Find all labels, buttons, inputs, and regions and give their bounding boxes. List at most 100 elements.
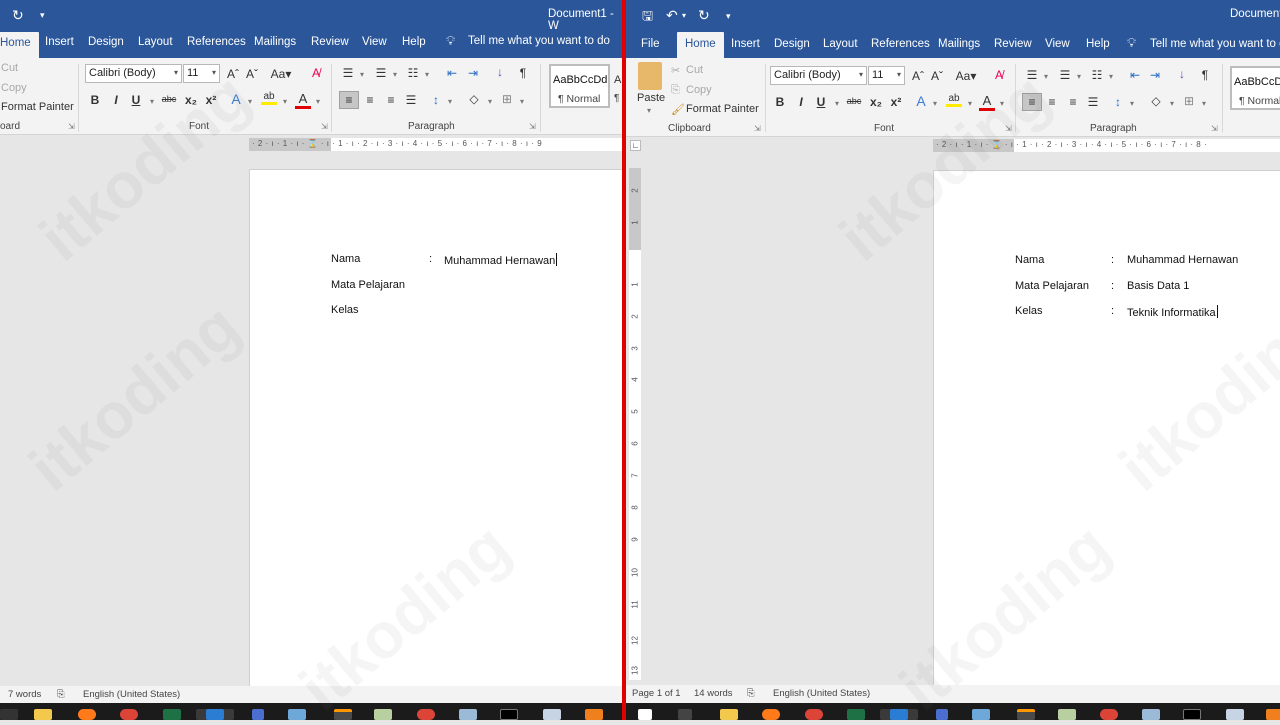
style-no-spacing[interactable]: A: [614, 74, 621, 86]
cut-button[interactable]: Cut: [686, 64, 703, 76]
app-icon[interactable]: [459, 709, 477, 720]
virtualbox-icon[interactable]: [972, 709, 990, 720]
grow-font-icon[interactable]: Aˆ: [225, 67, 241, 81]
task-view-icon[interactable]: [0, 709, 18, 720]
field-value[interactable]: Basis Data 1: [1127, 280, 1189, 292]
line-spacing-icon[interactable]: ↕: [428, 93, 444, 107]
text-effects-icon[interactable]: A: [228, 91, 244, 107]
tab-layout[interactable]: Layout: [823, 38, 858, 50]
format-painter-button[interactable]: Format Painter: [1, 101, 74, 113]
font-launcher-icon[interactable]: ⇲: [1005, 124, 1012, 133]
subscript-icon[interactable]: x₂: [868, 95, 884, 109]
line-spacing-icon[interactable]: ↕: [1110, 95, 1126, 109]
virtualbox-icon[interactable]: [288, 709, 306, 720]
tab-design[interactable]: Design: [774, 38, 810, 50]
tab-references[interactable]: References: [187, 36, 246, 48]
clear-formatting-icon[interactable]: A̸: [991, 68, 1007, 82]
redo-icon[interactable]: ↻: [698, 7, 710, 24]
word-count[interactable]: 7 words: [8, 689, 41, 700]
xampp-icon[interactable]: [585, 709, 603, 720]
copy-button[interactable]: Copy: [686, 84, 712, 96]
tab-home[interactable]: Home: [0, 32, 39, 58]
bullets-icon[interactable]: ☰: [1024, 68, 1040, 82]
sort-icon[interactable]: ↓: [492, 65, 508, 79]
chevron-down-icon[interactable]: ▾: [446, 97, 454, 106]
tab-references[interactable]: References: [871, 38, 930, 50]
show-marks-icon[interactable]: ¶: [515, 66, 531, 80]
clear-formatting-icon[interactable]: A̸: [308, 66, 324, 80]
chevron-down-icon[interactable]: ▾: [931, 99, 939, 108]
chrome-icon[interactable]: [120, 709, 138, 720]
app-icon[interactable]: [1142, 709, 1160, 720]
tab-home[interactable]: Home: [677, 32, 724, 58]
multilevel-list-icon[interactable]: ☷: [1089, 68, 1105, 82]
clipboard-launcher-icon[interactable]: ⇲: [68, 122, 75, 131]
chevron-down-icon[interactable]: ▾: [281, 97, 289, 106]
chevron-down-icon[interactable]: ▾: [314, 97, 322, 106]
start-icon[interactable]: [638, 709, 652, 720]
align-left-icon[interactable]: ≡: [339, 91, 359, 109]
paragraph-launcher-icon[interactable]: ⇲: [1211, 124, 1218, 133]
chevron-down-icon[interactable]: ▾: [486, 97, 494, 106]
style-normal[interactable]: AaBbCcDd ¶ Normal: [549, 64, 610, 108]
shading-icon[interactable]: ◇: [1148, 94, 1164, 108]
undo-icon[interactable]: ↶: [666, 7, 678, 24]
field-value[interactable]: Muhammad Hernawan: [444, 253, 558, 267]
chevron-down-icon[interactable]: ▾: [1042, 72, 1050, 81]
style-no-spacing-name[interactable]: ¶: [614, 93, 619, 104]
align-right-icon[interactable]: ≡: [383, 93, 399, 107]
justify-icon[interactable]: ☰: [403, 93, 419, 107]
align-right-icon[interactable]: ≡: [1065, 95, 1081, 109]
network-icon[interactable]: [936, 709, 948, 720]
chevron-down-icon[interactable]: ▾: [1107, 72, 1115, 81]
word-taskbar-slot[interactable]: [880, 709, 918, 720]
copy-button[interactable]: Copy: [1, 82, 27, 94]
save-icon[interactable]: 🖫: [642, 7, 653, 29]
chevron-down-icon[interactable]: ▾: [423, 70, 431, 79]
cut-button[interactable]: Cut: [1, 62, 18, 74]
firefox-icon[interactable]: [78, 709, 96, 720]
font-size-combo[interactable]: 11 ▾: [868, 66, 905, 85]
notepad-icon[interactable]: [374, 709, 392, 720]
sublime-icon[interactable]: [334, 709, 352, 720]
font-name-combo[interactable]: Calibri (Body) ▾: [85, 64, 182, 83]
xampp-icon[interactable]: [1266, 709, 1280, 720]
excel-icon[interactable]: [163, 709, 181, 720]
tell-me-search[interactable]: Tell me what you want to do: [1150, 38, 1280, 50]
text-effects-icon[interactable]: A: [913, 93, 929, 109]
chrome-icon[interactable]: [1100, 709, 1118, 720]
font-color-icon[interactable]: A: [295, 91, 311, 109]
numbering-icon[interactable]: ☰: [1057, 68, 1073, 82]
format-painter-icon[interactable]: 🖌︎: [671, 103, 685, 116]
language-status[interactable]: English (United States): [83, 689, 180, 700]
bold-icon[interactable]: B: [772, 95, 788, 109]
firefox-icon[interactable]: [762, 709, 780, 720]
change-case-icon[interactable]: Aa▾: [955, 69, 977, 83]
clipboard-launcher-icon[interactable]: ⇲: [754, 124, 761, 133]
increase-indent-icon[interactable]: ⇥: [1147, 68, 1163, 82]
highlight-icon[interactable]: ab: [946, 93, 962, 107]
chevron-down-icon[interactable]: ▾: [966, 99, 974, 108]
shrink-font-icon[interactable]: Aˇ: [929, 69, 945, 83]
italic-icon[interactable]: I: [108, 93, 124, 107]
grow-font-icon[interactable]: Aˆ: [910, 69, 926, 83]
strikethrough-icon[interactable]: abc: [846, 96, 862, 106]
file-explorer-icon[interactable]: [720, 709, 738, 720]
customize-qat-icon[interactable]: ▾: [40, 10, 45, 21]
bold-icon[interactable]: B: [87, 93, 103, 107]
document-page[interactable]: Nama : Muhammad Hernawan Mata Pelajaran …: [933, 170, 1280, 690]
align-center-icon[interactable]: ≡: [1044, 95, 1060, 109]
chevron-down-icon[interactable]: ▾: [1075, 72, 1083, 81]
font-name-combo[interactable]: Calibri (Body) ▾: [770, 66, 867, 85]
horizontal-ruler[interactable]: · 2 · ı · 1 · ı · ⌛ · ı · 1 · ı · 2 · ı …: [933, 139, 1280, 152]
shading-icon[interactable]: ◇: [466, 92, 482, 106]
increase-indent-icon[interactable]: ⇥: [465, 66, 481, 80]
tab-selector[interactable]: ∟: [630, 140, 641, 151]
borders-icon[interactable]: ⊞: [1181, 94, 1197, 108]
word-taskbar-slot[interactable]: [196, 709, 234, 720]
redo-icon[interactable]: ↻: [12, 7, 24, 24]
strikethrough-icon[interactable]: abc: [161, 94, 177, 104]
field-value[interactable]: Muhammad Hernawan: [1127, 254, 1238, 266]
tab-insert[interactable]: Insert: [45, 36, 74, 48]
highlight-icon[interactable]: ab: [261, 91, 277, 105]
